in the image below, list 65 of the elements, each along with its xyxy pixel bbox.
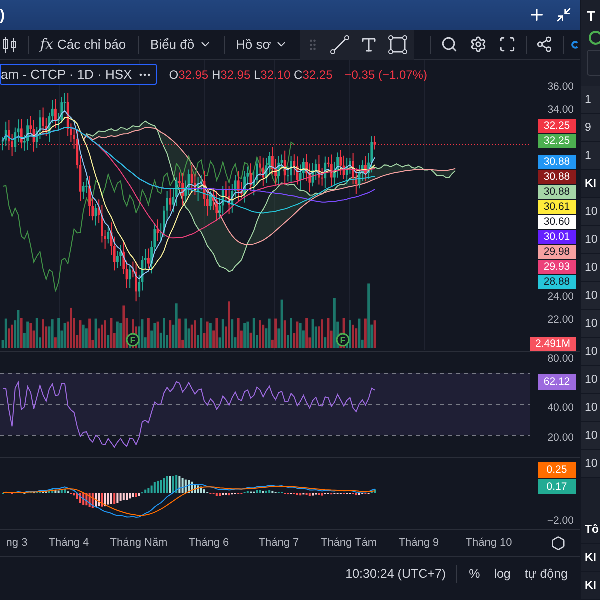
price-label: 30.01 — [538, 230, 576, 244]
panel-row: 10 — [581, 338, 600, 366]
minimize-icon[interactable] — [556, 7, 572, 23]
rectangle-icon[interactable] — [388, 34, 408, 54]
window-title: ) — [0, 6, 6, 24]
time-label: Tháng 6 — [188, 537, 230, 549]
ohlc-values: O32.95 H32.95 L32.10 C32.25 — [169, 68, 333, 82]
time-label: Tháng 4 — [48, 537, 90, 549]
time-label: Tháng 10 — [464, 537, 514, 549]
time-label: ng 3 — [5, 537, 29, 549]
price-label: 29.93 — [538, 260, 576, 274]
price-label: 32.25 — [538, 119, 576, 134]
price-tick: 34.00 — [548, 102, 575, 118]
event-marker[interactable]: F — [126, 333, 140, 347]
price-label: 30.61 — [538, 200, 576, 214]
input-field[interactable] — [587, 50, 600, 76]
panel-title: T — [586, 7, 597, 26]
price-label: 29.98 — [538, 244, 576, 259]
panel-row: 10 — [581, 254, 600, 282]
price-tick: 36.00 — [548, 80, 575, 96]
price-change: −0.35 (−1.07%) — [344, 68, 428, 82]
price-label: 30.88 — [538, 170, 576, 184]
menu-dropdown[interactable]: Hồ sơ — [232, 35, 292, 54]
price-label: 30.88 — [538, 155, 576, 170]
scale-option[interactable]: log — [492, 566, 513, 580]
price-label: 32.25 — [538, 134, 576, 148]
rsi-tick: 40.00 — [548, 401, 575, 416]
time-label: Tháng Tám — [320, 537, 378, 549]
scale-option[interactable]: tự động — [522, 566, 570, 580]
macd-value-label: 0.17 — [538, 478, 576, 494]
time-label: Tháng 9 — [398, 537, 440, 549]
status-ring-icon — [587, 30, 600, 46]
panel-row: 10 — [581, 282, 600, 310]
panel-row: 1 — [581, 142, 600, 170]
event-marker[interactable]: F — [336, 333, 350, 347]
price-label: 30.60 — [538, 215, 576, 230]
text-tool-icon[interactable] — [360, 36, 378, 54]
price-tick: 22.00 — [548, 313, 575, 328]
panel-row: 10 — [581, 310, 600, 338]
volume-label: 2.491M — [530, 336, 576, 351]
time-label: Tháng Năm — [109, 537, 169, 549]
rsi-tick: 80.00 — [548, 352, 575, 366]
panel-row: 10 — [581, 366, 600, 394]
panel-row: 10 — [581, 226, 600, 254]
symbol-selector[interactable]: am - CTCP · 1D · HSX — [0, 64, 158, 85]
panel-row: 10 — [581, 394, 600, 422]
price-label: 28.88 — [538, 274, 576, 289]
macd-value-label: 0.25 — [538, 462, 576, 478]
price-tick: 24.00 — [548, 290, 575, 304]
time-label: Tháng 7 — [258, 537, 300, 549]
panel-row: 9 — [581, 114, 600, 142]
panel-row: 10 — [581, 198, 600, 226]
macd-tick: −2.00 — [547, 514, 575, 530]
panel-row: 1 — [581, 86, 600, 114]
panel-row: 10 — [581, 450, 600, 478]
panel-row: 10 — [581, 422, 600, 450]
clock-text: 10:30:24 (UTC+7) — [346, 566, 446, 580]
indicators-button[interactable]: fx Các chỉ báo — [36, 34, 130, 54]
scale-option[interactable]: % — [467, 566, 482, 580]
trend-line-icon[interactable] — [330, 34, 350, 54]
add-icon[interactable] — [528, 6, 546, 24]
rsi-tick: 20.00 — [548, 431, 575, 446]
rsi-value-label: 62.12 — [538, 374, 576, 390]
price-label: 30.88 — [538, 185, 576, 200]
menu-dropdown[interactable]: Biểu đồ — [146, 35, 216, 54]
